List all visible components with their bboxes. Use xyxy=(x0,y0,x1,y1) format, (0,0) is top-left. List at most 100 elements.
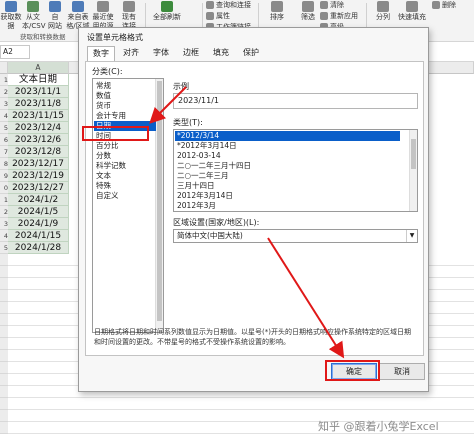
category-list[interactable]: 常规 数值 货币 会计专用 日期 时间 百分比 分数 科学记数 文本 特殊 自定义 xyxy=(92,78,164,333)
ribbon-item-8[interactable]: 属性 xyxy=(206,12,258,22)
name-box[interactable]: A2 xyxy=(0,45,30,59)
ribbon-icon xyxy=(271,1,283,12)
date-cell[interactable]: 2023/12/27 xyxy=(8,182,69,194)
row-header[interactable]: 3 xyxy=(0,98,8,110)
type-item[interactable]: 三月十四日 xyxy=(175,181,400,191)
type-item[interactable]: *2012/3/14 xyxy=(175,131,400,141)
type-item[interactable]: 2012-03-14 xyxy=(175,151,400,161)
type-item[interactable]: *2012年3月14日 xyxy=(175,141,400,151)
row-header[interactable] xyxy=(0,398,8,410)
row-header[interactable]: 7 xyxy=(0,146,8,158)
ribbon-item-1[interactable]: 从文 本/CSV xyxy=(22,1,46,31)
category-item[interactable]: 特殊 xyxy=(94,181,156,191)
ribbon-item-12[interactable]: 清除 xyxy=(320,1,370,11)
header-cell[interactable]: 文本日期 xyxy=(8,74,69,86)
row-header[interactable]: 4 xyxy=(0,110,8,122)
row-header[interactable]: 8 xyxy=(0,158,8,170)
chevron-down-icon[interactable]: ▼ xyxy=(406,230,417,242)
row-header[interactable] xyxy=(0,386,8,398)
number-tab-panel: 分类(C): 常规 数值 货币 会计专用 日期 时间 百分比 分数 科学记数 文本 特殊 自定义 示例… xyxy=(85,61,424,356)
type-list[interactable]: *2012/3/14 *2012年3月14日 2012-03-14 二○一二年三月十四… xyxy=(173,129,418,212)
format-description: 日期格式将日期和时间系列数值显示为日期值。以星号(*)开头的日期格式响应操作系统… xyxy=(94,328,411,346)
locale-label: 区域设置(国家/地区)(L): xyxy=(173,218,260,227)
type-item[interactable]: 二○一二年三月十四日 xyxy=(175,161,400,171)
locale-select[interactable]: 简体中文(中国大陆) ▼ xyxy=(173,229,418,243)
ribbon-item-label: 全部刷新 xyxy=(153,13,181,21)
row-header[interactable]: 4 xyxy=(0,230,8,242)
date-cell[interactable]: 2024/1/5 xyxy=(8,206,69,218)
type-scrollbar[interactable] xyxy=(409,130,417,211)
ribbon-item-2[interactable]: 自网站 xyxy=(44,1,66,31)
row-header[interactable]: 5 xyxy=(0,122,8,134)
ribbon-icon xyxy=(27,1,39,12)
ribbon-item-13[interactable]: 重新应用 xyxy=(320,12,370,22)
row-header[interactable] xyxy=(0,290,8,302)
row-header[interactable] xyxy=(0,410,8,422)
row-header[interactable]: 0 xyxy=(0,182,8,194)
date-cell[interactable]: 2023/11/15 xyxy=(8,110,69,122)
row-header[interactable]: 2 xyxy=(0,206,8,218)
date-cell[interactable]: 2023/12/8 xyxy=(8,146,69,158)
date-cell[interactable]: 2023/12/6 xyxy=(8,134,69,146)
category-item[interactable]: 数值 xyxy=(94,91,156,101)
ribbon-icon xyxy=(161,1,173,12)
date-cell[interactable]: 2023/11/1 xyxy=(8,86,69,98)
row-header[interactable] xyxy=(0,350,8,362)
row-header[interactable] xyxy=(0,422,8,434)
tab-4[interactable]: 填充 xyxy=(207,46,235,61)
date-cell[interactable]: 2024/1/9 xyxy=(8,218,69,230)
tab-2[interactable]: 字体 xyxy=(147,46,175,61)
category-item[interactable]: 分数 xyxy=(94,151,156,161)
type-item[interactable]: 2012年3月 xyxy=(175,201,400,211)
ribbon-icon xyxy=(123,1,135,12)
date-cell[interactable]: 2023/11/8 xyxy=(8,98,69,110)
category-item[interactable]: 自定义 xyxy=(94,191,156,201)
row-header[interactable] xyxy=(0,266,8,278)
cancel-button[interactable]: 取消 xyxy=(379,363,425,380)
row-header[interactable]: 6 xyxy=(0,134,8,146)
row-header[interactable]: 1 xyxy=(0,74,8,86)
ribbon-item-label: 从文 本/CSV xyxy=(22,13,46,30)
category-scrollbar[interactable] xyxy=(155,79,163,332)
date-cell[interactable]: 2023/12/4 xyxy=(8,122,69,134)
ribbon-item-label: 筛选 xyxy=(301,13,315,21)
category-item[interactable]: 货币 xyxy=(94,101,156,111)
row-header[interactable] xyxy=(0,374,8,386)
ribbon-icon xyxy=(97,1,109,12)
date-cell[interactable]: 2024/1/28 xyxy=(8,242,69,254)
category-item[interactable]: 会计专用 xyxy=(94,111,156,121)
row-header[interactable] xyxy=(0,278,8,290)
category-item[interactable]: 常规 xyxy=(94,81,156,91)
empty-row[interactable] xyxy=(8,398,474,410)
type-item[interactable]: 2012年3月14日 xyxy=(175,191,400,201)
ribbon-item-0[interactable]: 获取数据 xyxy=(0,1,22,31)
type-item[interactable]: 二○一二年三月 xyxy=(175,171,400,181)
row-header[interactable] xyxy=(0,338,8,350)
tab-3[interactable]: 边框 xyxy=(177,46,205,61)
date-cell[interactable]: 2024/1/15 xyxy=(8,230,69,242)
row-header[interactable] xyxy=(0,302,8,314)
select-all-corner[interactable] xyxy=(0,62,8,74)
date-cell[interactable]: 2024/1/2 xyxy=(8,194,69,206)
date-cell[interactable]: 2023/12/19 xyxy=(8,170,69,182)
tab-1[interactable]: 对齐 xyxy=(117,46,145,61)
ribbon-item-7[interactable]: 查询和连接 xyxy=(206,1,258,11)
tab-0[interactable]: 数字 xyxy=(87,46,115,62)
column-header-a[interactable]: A xyxy=(8,62,69,74)
row-header[interactable] xyxy=(0,326,8,338)
row-header[interactable]: 9 xyxy=(0,170,8,182)
ribbon-item-17[interactable]: 删除 xyxy=(432,1,462,11)
date-cell[interactable]: 2023/12/17 xyxy=(8,158,69,170)
row-header[interactable]: 1 xyxy=(0,194,8,206)
row-header[interactable]: 3 xyxy=(0,218,8,230)
ribbon-group-label: 获取和转换数据 xyxy=(20,33,66,41)
row-header[interactable] xyxy=(0,314,8,326)
category-item[interactable]: 百分比 xyxy=(94,141,156,151)
category-item[interactable]: 科学记数 xyxy=(94,161,156,171)
row-header[interactable] xyxy=(0,254,8,266)
category-item[interactable]: 文本 xyxy=(94,171,156,181)
row-header[interactable]: 2 xyxy=(0,86,8,98)
tab-5[interactable]: 保护 xyxy=(237,46,265,61)
row-header[interactable]: 5 xyxy=(0,242,8,254)
row-header[interactable] xyxy=(0,362,8,374)
